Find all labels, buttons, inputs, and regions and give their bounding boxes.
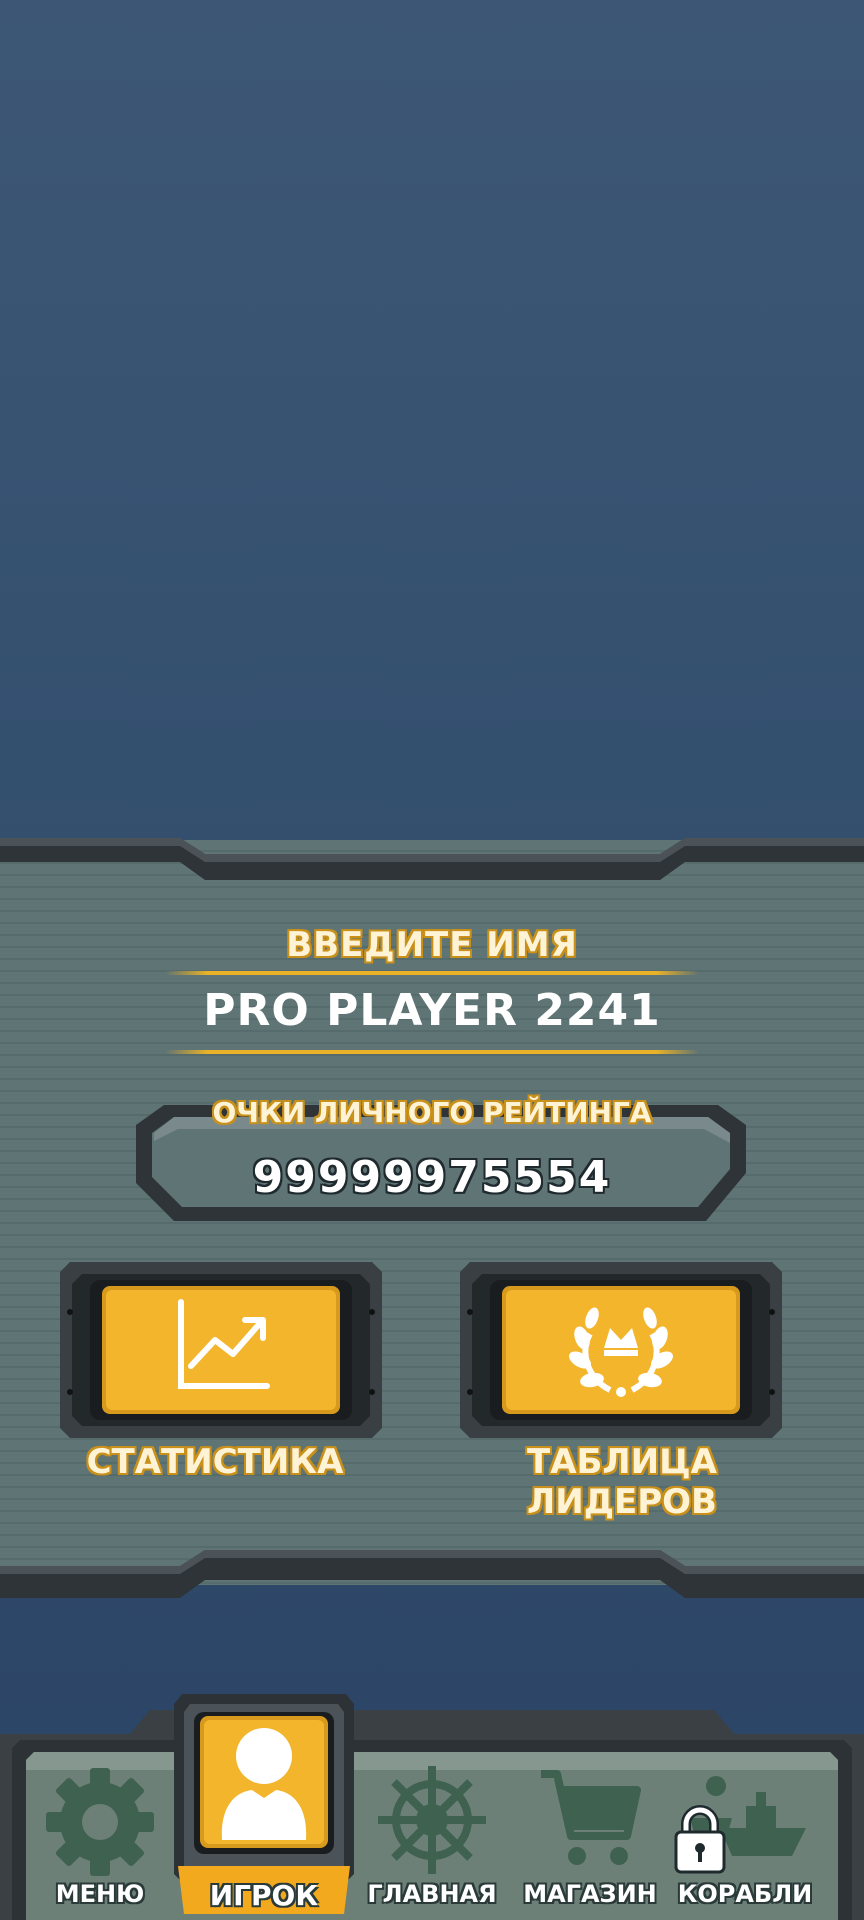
name-title: ВВЕДИТЕ ИМЯ	[286, 925, 578, 965]
nav-menu[interactable]: МЕНЮ	[30, 1748, 170, 1920]
nav-player[interactable]: ИГРОК	[172, 1690, 356, 1920]
cart-icon	[541, 1770, 641, 1865]
nav-main[interactable]: ГЛАВНАЯ	[362, 1748, 502, 1920]
panel-bottom-frame	[0, 1550, 864, 1598]
chart-up-icon	[178, 1299, 270, 1389]
leaderboard-label: ТАБЛИЦА ЛИДЕРОВ	[527, 1442, 717, 1522]
leaderboard-button[interactable]	[460, 1262, 782, 1438]
statistics-label: СТАТИСТИКА	[86, 1442, 344, 1482]
user-icon	[221, 1728, 307, 1840]
ship-wheel-icon	[378, 1766, 486, 1874]
rating-title: ОЧКИ ЛИЧНОГО РЕЙТИНГА	[212, 1096, 652, 1129]
panel-top-frame	[0, 838, 864, 880]
player-name-input[interactable]: PRO PLAYER 2241	[0, 985, 864, 1036]
nav-player-label: ИГРОК	[209, 1879, 319, 1912]
nav-shop[interactable]: МАГАЗИН	[520, 1748, 660, 1920]
rating-value: 99999975554	[252, 1152, 612, 1203]
nav-ships[interactable]: КОРАБЛИ	[670, 1748, 820, 1920]
lock-icon	[674, 1805, 726, 1874]
nav-menu-label: МЕНЮ	[55, 1880, 145, 1908]
nav-ships-label: КОРАБЛИ	[677, 1880, 813, 1908]
nav-main-label: ГЛАВНАЯ	[367, 1880, 497, 1908]
laurel-crown-icon	[569, 1307, 673, 1397]
statistics-button[interactable]	[60, 1262, 382, 1438]
name-top-line	[165, 971, 699, 975]
gear-icon	[46, 1768, 154, 1876]
name-bottom-line	[165, 1050, 699, 1054]
nav-shop-label: МАГАЗИН	[523, 1880, 657, 1908]
